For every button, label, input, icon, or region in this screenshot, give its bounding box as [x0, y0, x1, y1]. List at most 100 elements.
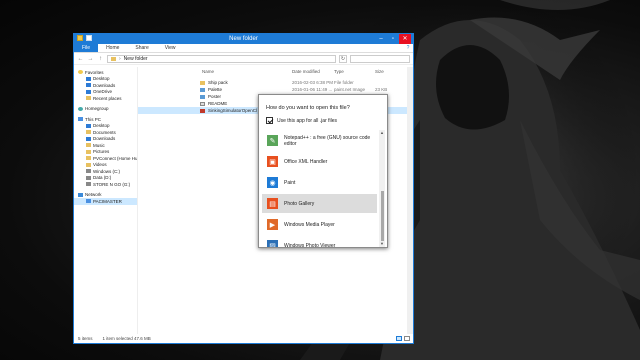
column-type[interactable]: Type [334, 69, 344, 74]
jar-file-icon [200, 108, 205, 113]
nav-item-label: Favorites [85, 69, 104, 75]
nav-item-label: Recent places [93, 95, 122, 101]
app-list-scrollbar[interactable]: ▲ ▼ [379, 130, 385, 247]
file-date-modified: 2016-02-03 6:38 PM [292, 80, 334, 85]
file-name: Poster [208, 94, 222, 99]
always-use-label[interactable]: Use this app for all .jar files [277, 118, 337, 124]
image-file-icon [200, 87, 205, 92]
nav-item-homegroup[interactable]: Homegroup [74, 106, 137, 113]
scroll-thumb[interactable] [380, 191, 384, 241]
media-player-icon: ▶ [267, 219, 278, 230]
always-use-checkbox[interactable] [266, 117, 273, 124]
nav-item-label: OneDrive [93, 89, 113, 95]
breadcrumb-new-folder[interactable]: New folder [124, 56, 148, 62]
open-with-dialog: How do you want to open this file? Use t… [258, 94, 388, 248]
back-button[interactable]: ← [77, 56, 84, 62]
file-name: Ship pack [208, 80, 228, 85]
details-view-button[interactable] [396, 336, 402, 341]
file-name: SinkingSimulatorOpenCl [208, 108, 258, 113]
nav-item-label: Network [85, 192, 102, 198]
nav-item-label: Downloads [93, 82, 116, 88]
app-option-label: Windows Media Player [284, 221, 335, 228]
nav-item-label: Desktop [93, 123, 110, 129]
folder-icon [86, 156, 91, 161]
nav-item-label: PVConnect (Home Hu [93, 155, 137, 161]
paint-icon: ◉ [267, 177, 278, 188]
status-bar: 5 items 1 item selected 47.6 MB [74, 334, 413, 343]
tab-home[interactable]: Home [98, 44, 127, 52]
tab-view[interactable]: View [157, 44, 184, 52]
computer-icon [86, 199, 91, 204]
downloads-icon [86, 136, 91, 141]
column-size[interactable]: Size [375, 69, 384, 74]
drive-icon [86, 175, 91, 180]
file-date-modified: 2016-01-06 11:49 ... [292, 87, 333, 92]
app-option-office-xml-handler[interactable]: ▣ Office XML Handler [262, 152, 377, 171]
file-size: 23 KB [375, 87, 388, 92]
nav-item-label: Pictures [93, 149, 110, 155]
nav-item-recent-places[interactable]: Recent places [74, 95, 137, 102]
app-option-label: Office XML Handler [284, 158, 328, 165]
nav-item-label: PACIMASTER [93, 198, 122, 204]
app-option-label: Notepad++ : a free (GNU) source code edi… [284, 134, 371, 147]
app-option-photo-gallery[interactable]: ▤ Photo Gallery [262, 194, 377, 213]
tab-share[interactable]: Share [127, 44, 156, 52]
minimize-button[interactable]: – [375, 34, 387, 44]
photo-viewer-icon: ▨ [267, 240, 278, 247]
selection-info: 1 item selected 47.6 MB [102, 336, 151, 341]
column-name[interactable]: Name [202, 69, 214, 74]
image-file-icon [200, 94, 205, 99]
up-button[interactable]: ↑ [97, 56, 104, 62]
ribbon-tabs: File Home Share View ? [74, 44, 413, 53]
nav-item-label: Videos [93, 162, 107, 168]
maximize-button[interactable]: ▫ [387, 34, 399, 44]
vertical-scrollbar[interactable] [407, 67, 413, 334]
large-icons-view-button[interactable] [404, 336, 410, 341]
folder-icon [86, 162, 91, 167]
help-icon[interactable]: ? [403, 44, 413, 52]
app-option-windows-media-player[interactable]: ▶ Windows Media Player [262, 215, 377, 234]
app-option-label: Photo Gallery [284, 200, 315, 207]
item-count: 5 items [78, 336, 93, 341]
downloads-icon [86, 83, 91, 88]
nav-item-label: Desktop [93, 76, 110, 82]
column-date-modified[interactable]: Date modified [292, 69, 320, 74]
app-option-paint[interactable]: ◉ Paint [262, 173, 377, 192]
search-input[interactable] [350, 54, 410, 63]
desktop-icon [86, 123, 91, 128]
drive-icon [86, 169, 91, 174]
forward-button[interactable]: → [87, 56, 94, 62]
scroll-up-arrow[interactable]: ▲ [379, 130, 385, 136]
star-icon [78, 70, 83, 75]
quick-access-toolbar [77, 35, 92, 41]
nav-item-label: Windows (C:) [93, 168, 121, 174]
file-type: File folder [334, 80, 354, 85]
folder-icon[interactable] [77, 35, 83, 41]
always-use-row[interactable]: Use this app for all .jar files [266, 117, 337, 124]
tab-file[interactable]: File [74, 44, 99, 52]
folder-icon [86, 149, 91, 154]
title-bar[interactable]: New folder – ▫ ✕ [74, 34, 413, 44]
homegroup-icon [78, 106, 83, 111]
file-row[interactable]: Palette 2016-01-06 11:49 ... paint.net Ima… [138, 86, 407, 93]
folder-icon [86, 143, 91, 148]
close-button[interactable]: ✕ [399, 34, 411, 44]
app-option-windows-photo-viewer[interactable]: ▨ Windows Photo Viewer [262, 236, 377, 247]
app-option-notepad-a-free-gnu-source-code[interactable]: ✎ Notepad++ : a free (GNU) source code ed… [262, 131, 377, 150]
folder-icon [111, 56, 116, 61]
file-row[interactable]: Ship pack 2016-02-03 6:38 PM File folder [138, 79, 407, 86]
doc-file-icon [200, 101, 205, 106]
window-controls: – ▫ ✕ [375, 34, 411, 44]
nav-item-label: Documents [93, 129, 116, 135]
nav-item-store-n-go-g[interactable]: STORE N GO (G:) [74, 181, 137, 188]
navigation-pane: Favorites Desktop Downloads OneDrive Recent … [74, 67, 138, 334]
refresh-button[interactable]: ↻ [339, 54, 347, 63]
pc-icon [78, 117, 83, 122]
nav-item-pacimaster[interactable]: PACIMASTER [74, 198, 137, 205]
folder-icon [86, 130, 91, 135]
address-bar[interactable]: › New folder [107, 54, 336, 63]
drive-icon [86, 182, 91, 187]
scroll-down-arrow[interactable]: ▼ [379, 241, 385, 247]
properties-icon[interactable] [86, 35, 92, 41]
breadcrumb-separator: › [119, 55, 121, 62]
